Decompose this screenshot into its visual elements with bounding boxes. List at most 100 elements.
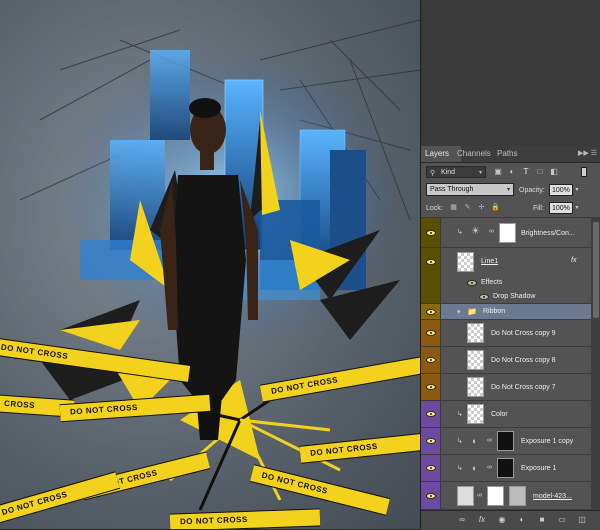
visibility-cell[interactable]: [421, 482, 441, 509]
tab-channels[interactable]: Channels: [453, 146, 495, 162]
layer-name: Do Not Cross copy 7: [491, 384, 556, 391]
visibility-cell[interactable]: [421, 320, 441, 346]
layer-name: Effects: [481, 279, 503, 286]
link-icon[interactable]: ∞: [457, 515, 467, 525]
lock-position-icon[interactable]: ✛: [477, 203, 486, 212]
visibility-cell: [421, 276, 441, 290]
effects-eye-icon[interactable]: [467, 280, 477, 286]
layer-mask-thumbnail[interactable]: [497, 431, 514, 451]
new-layer-icon[interactable]: ▭: [557, 515, 567, 525]
panel-empty-area: [421, 0, 600, 146]
type-filter-icon[interactable]: T: [521, 167, 531, 177]
layer-thumbnail[interactable]: [467, 377, 484, 397]
layer-do-not-cross-copy-9[interactable]: Do Not Cross copy 9: [421, 320, 591, 347]
layer-color[interactable]: ↳ Color: [421, 401, 591, 428]
exposure-adjust-icon: ◖: [471, 463, 477, 473]
clip-arrow-icon: ↳: [457, 229, 463, 236]
opacity-chevron-icon[interactable]: ▾: [573, 184, 581, 196]
layers-scrollbar[interactable]: [591, 218, 600, 510]
eye-icon[interactable]: [426, 330, 436, 336]
eye-icon[interactable]: [426, 230, 436, 236]
layer-name: model-423...: [533, 493, 572, 500]
fill-label: Fill:: [533, 205, 544, 212]
layer-exposure-1[interactable]: ↳ ◖ ∞ Exposure 1: [421, 455, 591, 482]
blend-mode-label: Pass Through: [430, 186, 474, 193]
eye-icon[interactable]: [426, 465, 436, 471]
visibility-cell[interactable]: [421, 428, 441, 454]
layer-name: Exposure 1 copy: [521, 438, 574, 445]
layer-do-not-cross-copy-7[interactable]: Do Not Cross copy 7: [421, 374, 591, 401]
lock-transparent-icon[interactable]: ▦: [449, 203, 458, 212]
layer-do-not-cross-copy-8[interactable]: Do Not Cross copy 8: [421, 347, 591, 374]
shape-filter-icon[interactable]: □: [535, 167, 545, 177]
filter-toggle[interactable]: [581, 167, 587, 177]
layer-name: Ribbon: [483, 308, 506, 315]
drop-shadow-eye-icon[interactable]: [479, 294, 489, 300]
layer-thumbnail[interactable]: [467, 323, 484, 343]
eye-icon[interactable]: [426, 411, 436, 417]
visibility-cell: [421, 290, 441, 303]
layer-mask-thumbnail[interactable]: [497, 458, 514, 478]
visibility-cell[interactable]: [421, 304, 441, 319]
visibility-cell[interactable]: [421, 401, 441, 427]
blend-mode-select[interactable]: Pass Through ▾: [426, 183, 514, 196]
layer-effects[interactable]: Effects: [421, 276, 591, 290]
lock-image-icon[interactable]: ✎: [463, 203, 472, 212]
fill-input[interactable]: 100%: [549, 202, 573, 214]
fill-chevron-icon[interactable]: ▾: [573, 202, 581, 214]
visibility-cell[interactable]: [421, 218, 441, 247]
layer-group-ribbon[interactable]: ▾ 📁 Ribbon: [421, 304, 591, 320]
eye-icon[interactable]: [426, 259, 436, 265]
fx-badge-icon[interactable]: fx: [571, 257, 576, 264]
trash-icon[interactable]: ◫: [577, 515, 587, 525]
folder-icon: 📁: [467, 307, 477, 316]
layer-thumbnail[interactable]: [467, 404, 484, 424]
opacity-input[interactable]: 100%: [549, 184, 573, 196]
scrollbar-thumb[interactable]: [593, 222, 599, 318]
clip-arrow-icon: ↳: [457, 411, 463, 418]
eye-icon[interactable]: [426, 357, 436, 363]
panel-menu-icon[interactable]: ▶▶ ☰: [578, 146, 597, 162]
layer-name: Brightness/Con...: [521, 230, 575, 237]
pixel-filter-icon[interactable]: ▣: [493, 167, 503, 177]
folder-icon[interactable]: ■: [537, 515, 547, 525]
smart-object-filter-icon[interactable]: ◧: [549, 167, 559, 177]
expand-arrow-icon[interactable]: ▾: [457, 308, 461, 316]
tab-paths[interactable]: Paths: [493, 146, 521, 162]
layer-name: Line1: [481, 258, 499, 265]
mask-icon[interactable]: ◉: [497, 515, 507, 525]
chevron-down-icon: ▾: [478, 170, 482, 176]
layer-thumbnail[interactable]: [457, 252, 474, 272]
adjustment-filter-icon[interactable]: ◐: [507, 167, 517, 177]
filter-row: ⚲ Kind ▾ ▣ ◐ T □ ◧: [421, 163, 600, 181]
lock-all-icon[interactable]: 🔒: [491, 203, 500, 212]
layer-brightness-contrast[interactable]: ↳ ☀ ∞ Brightness/Con...: [421, 218, 591, 248]
visibility-cell[interactable]: [421, 248, 441, 276]
layer-model[interactable]: ∞ model-423...: [421, 482, 591, 510]
layer-thumbnail[interactable]: [467, 350, 484, 370]
brightness-adjust-icon: ☀: [471, 226, 480, 237]
filter-kind-select[interactable]: ⚲ Kind ▾: [426, 166, 486, 178]
layer-exposure-1-copy[interactable]: ↳ ◖ ∞ Exposure 1 copy: [421, 428, 591, 455]
eye-icon[interactable]: [426, 384, 436, 390]
filter-kind-label: Kind: [441, 169, 456, 176]
image-canvas[interactable]: DO NOT CROSS DO NOT CROSS CROSS DO NOT C…: [0, 0, 420, 529]
visibility-cell[interactable]: [421, 374, 441, 400]
chevron-down-icon: ▾: [506, 187, 510, 193]
adjustment-icon[interactable]: ◐: [517, 515, 527, 525]
exposure-adjust-icon: ◖: [471, 436, 477, 446]
fx-icon[interactable]: fx: [477, 515, 487, 525]
visibility-cell[interactable]: [421, 347, 441, 373]
layers-panel: Layers Channels Paths ▶▶ ☰ ⚲ Kind ▾ ▣ ◐ …: [420, 0, 600, 530]
eye-icon[interactable]: [426, 438, 436, 444]
vector-mask-thumbnail[interactable]: [509, 486, 526, 506]
layer-mask-thumbnail[interactable]: [499, 223, 516, 243]
layer-thumbnail[interactable]: [457, 486, 474, 506]
eye-icon[interactable]: [426, 493, 436, 499]
layer-line1[interactable]: Line1 fx: [421, 248, 591, 276]
clip-arrow-icon: ↳: [457, 465, 463, 472]
layer-mask-thumbnail[interactable]: [487, 486, 504, 506]
layer-drop-shadow[interactable]: Drop Shadow: [421, 290, 591, 304]
eye-icon[interactable]: [426, 309, 436, 315]
visibility-cell[interactable]: [421, 455, 441, 481]
